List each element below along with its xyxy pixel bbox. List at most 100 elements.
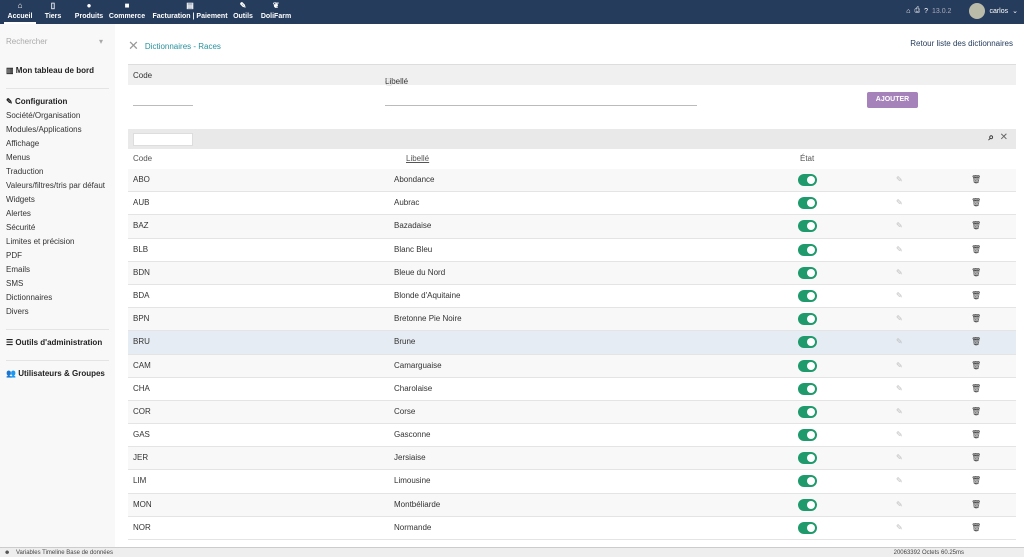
status-toggle[interactable] bbox=[798, 382, 817, 395]
delete-icon[interactable]: 🗑 bbox=[971, 169, 981, 191]
status-toggle[interactable] bbox=[798, 289, 817, 302]
label: Utilisateurs & Groupes bbox=[18, 369, 105, 378]
avatar[interactable] bbox=[969, 3, 986, 19]
top-navbar: ⌂ Accueil ▯ Tiers ● Produits ■ Commerce ▤ Factura… bbox=[0, 0, 1024, 24]
edit-icon[interactable]: ✎ bbox=[896, 262, 903, 284]
clear-filter-icon[interactable]: ✕ bbox=[1000, 132, 1008, 143]
edit-icon[interactable]: ✎ bbox=[896, 239, 903, 261]
edit-icon[interactable]: ✎ bbox=[896, 169, 903, 191]
edit-icon[interactable]: ✎ bbox=[896, 470, 903, 492]
delete-icon[interactable]: 🗑 bbox=[971, 470, 981, 492]
menu-accueil[interactable]: ⌂ Accueil bbox=[4, 0, 36, 24]
edit-icon[interactable]: ✎ bbox=[896, 308, 903, 330]
sidebar-item[interactable]: PDF bbox=[6, 249, 109, 263]
status-toggle[interactable] bbox=[798, 429, 817, 442]
edit-icon[interactable]: ✎ bbox=[896, 517, 903, 539]
status-toggle[interactable] bbox=[798, 405, 817, 418]
status-toggle[interactable] bbox=[798, 452, 817, 465]
status-toggle[interactable] bbox=[798, 174, 817, 186]
edit-icon[interactable]: ✎ bbox=[896, 331, 903, 353]
sidebar-item[interactable]: SMS bbox=[6, 277, 109, 291]
delete-icon[interactable]: 🗑 bbox=[971, 262, 981, 284]
sidebar-item[interactable]: Alertes bbox=[6, 207, 109, 221]
search-select[interactable]: Rechercher ▾ bbox=[6, 37, 109, 46]
edit-icon[interactable]: ✎ bbox=[896, 447, 903, 469]
delete-icon[interactable]: 🗑 bbox=[971, 192, 981, 214]
sidebar-dashboard[interactable]: ▥ Mon tableau de bord bbox=[6, 64, 109, 78]
delete-icon[interactable]: 🗑 bbox=[971, 378, 981, 400]
edit-icon[interactable]: ✎ bbox=[896, 355, 903, 377]
column-header-code[interactable]: Code bbox=[133, 154, 152, 163]
menu-commerce[interactable]: ■ Commerce bbox=[108, 0, 146, 24]
add-button[interactable]: AJOUTER bbox=[867, 92, 918, 108]
cell-code: MON bbox=[133, 499, 152, 509]
user-menu[interactable]: carlos bbox=[989, 8, 1008, 15]
menu-produits[interactable]: ● Produits bbox=[74, 0, 104, 24]
edit-icon[interactable]: ✎ bbox=[896, 215, 903, 237]
menu-facturation-paiement[interactable]: ▤ Facturation | Paiement bbox=[150, 0, 230, 24]
back-to-dictionaries-link[interactable]: Retour liste des dictionnaires bbox=[910, 39, 1013, 48]
chevron-down-icon[interactable]: ⌄ bbox=[1012, 7, 1018, 15]
sidebar-item[interactable]: Traduction bbox=[6, 165, 109, 179]
search-icon[interactable]: ⌕ bbox=[988, 132, 994, 143]
sidebar-item[interactable]: Sécurité bbox=[6, 221, 109, 235]
status-toggle[interactable] bbox=[798, 498, 817, 511]
code-input[interactable] bbox=[133, 96, 193, 106]
status-toggle[interactable] bbox=[798, 313, 817, 326]
sidebar-item[interactable]: Valeurs/filtres/tris par défaut bbox=[6, 179, 109, 193]
sidebar-item[interactable]: Divers bbox=[6, 305, 109, 319]
delete-icon[interactable]: 🗑 bbox=[971, 424, 981, 446]
delete-icon[interactable]: 🗑 bbox=[971, 401, 981, 423]
libelle-input[interactable] bbox=[385, 96, 697, 106]
cell-code: GAS bbox=[133, 430, 150, 440]
delete-icon[interactable]: 🗑 bbox=[971, 308, 981, 330]
status-toggle[interactable] bbox=[798, 521, 817, 534]
status-toggle[interactable] bbox=[798, 475, 817, 488]
delete-icon[interactable]: 🗑 bbox=[971, 239, 981, 261]
code-filter-input[interactable] bbox=[133, 133, 193, 146]
edit-icon[interactable]: ✎ bbox=[896, 424, 903, 446]
menu-dolifarm[interactable]: ❦ DoliFarm bbox=[260, 0, 292, 24]
status-toggle[interactable] bbox=[798, 266, 817, 279]
sidebar-admin-tools[interactable]: ☰ Outils d'administration bbox=[6, 336, 109, 350]
edit-icon[interactable]: ✎ bbox=[896, 378, 903, 400]
status-toggle[interactable] bbox=[798, 220, 817, 233]
sidebar-item[interactable]: Dictionnaires bbox=[6, 291, 109, 305]
sidebar-configuration[interactable]: ✎ Configuration bbox=[6, 95, 109, 109]
delete-icon[interactable]: 🗑 bbox=[971, 331, 981, 353]
table-row: BAZ Bazadaise ✎ 🗑 bbox=[128, 215, 1016, 239]
edit-icon[interactable]: ✎ bbox=[896, 285, 903, 307]
status-toggle[interactable] bbox=[798, 243, 817, 256]
status-toggle[interactable] bbox=[798, 197, 817, 210]
edit-icon[interactable]: ✎ bbox=[896, 401, 903, 423]
delete-icon[interactable]: 🗑 bbox=[971, 447, 981, 469]
print-icon[interactable]: ⎙ bbox=[914, 7, 920, 15]
help-icon[interactable]: ? bbox=[924, 8, 928, 15]
debug-bar: ☻ Variables Timeline Base de données 200… bbox=[0, 547, 1024, 557]
status-toggle[interactable] bbox=[798, 359, 817, 372]
table-row: AUB Aubrac ✎ 🗑 bbox=[128, 192, 1016, 216]
menu-tiers[interactable]: ▯ Tiers bbox=[44, 0, 62, 24]
cell-libelle: Blanc Bleu bbox=[394, 244, 433, 254]
edit-icon[interactable]: ✎ bbox=[896, 192, 903, 214]
sidebar-item[interactable]: Menus bbox=[6, 151, 109, 165]
delete-icon[interactable]: 🗑 bbox=[971, 285, 981, 307]
column-header-libelle[interactable]: Libellé bbox=[406, 154, 429, 163]
sidebar-item[interactable]: Affichage bbox=[6, 137, 109, 151]
sidebar-item[interactable]: Limites et précision bbox=[6, 235, 109, 249]
delete-icon[interactable]: 🗑 bbox=[971, 355, 981, 377]
tools-icon: ✕ bbox=[128, 38, 139, 53]
home-icon[interactable]: ⌂ bbox=[906, 8, 910, 15]
sidebar-item[interactable]: Modules/Applications bbox=[6, 123, 109, 137]
delete-icon[interactable]: 🗑 bbox=[971, 517, 981, 539]
status-toggle[interactable] bbox=[798, 336, 817, 349]
menu-outils[interactable]: ✎ Outils bbox=[232, 0, 254, 24]
sidebar-item[interactable]: Emails bbox=[6, 263, 109, 277]
sidebar-item[interactable]: Widgets bbox=[6, 193, 109, 207]
edit-icon[interactable]: ✎ bbox=[896, 494, 903, 516]
cell-libelle: Camarguaise bbox=[394, 360, 442, 370]
sidebar-users-groups[interactable]: 👥 Utilisateurs & Groupes bbox=[6, 367, 109, 381]
delete-icon[interactable]: 🗑 bbox=[971, 215, 981, 237]
delete-icon[interactable]: 🗑 bbox=[971, 494, 981, 516]
sidebar-item[interactable]: Société/Organisation bbox=[6, 109, 109, 123]
